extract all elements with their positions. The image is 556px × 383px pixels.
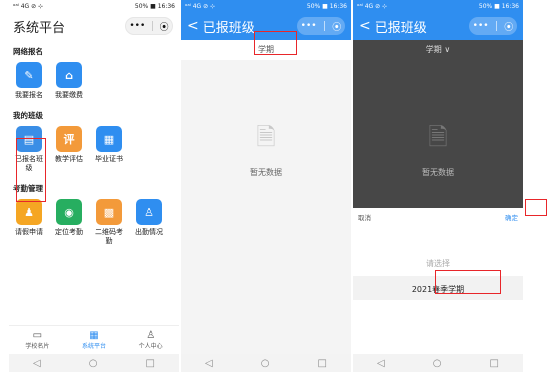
nav-bar: < 已报班级 ••• ⦿: [353, 12, 523, 40]
close-target-icon[interactable]: ⦿: [504, 20, 513, 33]
system-nav-bar: ◁ ○ □: [353, 354, 523, 372]
tab-system-platform[interactable]: ▦ 系统平台: [66, 326, 123, 354]
certificate-icon: ▦: [96, 126, 122, 152]
tile-label: 定位考勤: [55, 228, 83, 236]
system-nav-bar: ◁ ○ □: [9, 354, 179, 372]
system-nav-bar: ◁ ○ □: [181, 354, 351, 372]
status-bar: ᵒᵃˡ 4G ⊘ ⊹ 50% ■ 16:36: [181, 0, 351, 12]
nav-bar: 系统平台 ••• ⦿: [9, 12, 179, 40]
highlight-box: [16, 138, 46, 202]
tile-label: 二维码考勤: [95, 228, 123, 245]
page-title: 系统平台: [13, 20, 66, 36]
tab-school-card[interactable]: ▭ 学校名片: [9, 326, 66, 354]
empty-text: 暂无数据: [250, 168, 282, 177]
phone-screen-registered-classes: ᵒᵃˡ 4G ⊘ ⊹ 50% ■ 16:36 < 已报班级 ••• ⦿ 学期 🗎…: [181, 0, 351, 372]
tile-label: 出勤情况: [135, 228, 163, 236]
attendance-person-icon: ♙: [136, 199, 162, 225]
grid-icon: ▦: [89, 330, 99, 341]
term-filter: 学期 ∨: [353, 40, 523, 58]
tab-label: 个人中心: [138, 343, 163, 350]
back-triangle-icon[interactable]: ◁: [205, 358, 213, 369]
status-signal: ᵒᵃˡ 4G ⊘ ⊹: [357, 2, 388, 10]
phone-screen-term-picker: ᵒᵃˡ 4G ⊘ ⊹ 50% ■ 16:36 < 已报班级 ••• ⦿ 学期 ∨…: [353, 0, 523, 372]
tile-label: 教学评估: [55, 155, 83, 163]
payment-house-icon: ⌂: [56, 62, 82, 88]
tile-leave-request[interactable]: ♟ 请假申请: [9, 199, 49, 246]
empty-text: 暂无数据: [422, 168, 454, 177]
modal-mask[interactable]: 学期 ∨ 🗎 暂无数据: [353, 40, 523, 208]
tile-label: 毕业证书: [95, 155, 123, 163]
status-battery-time: 50% ■ 16:36: [134, 2, 175, 10]
mini-program-capsule[interactable]: ••• ⦿: [125, 17, 173, 35]
card-icon: ▭: [32, 330, 43, 341]
term-filter-label: 学期 ∨: [425, 44, 451, 54]
tile-qrcode-attendance[interactable]: ▩ 二维码考勤: [89, 199, 129, 246]
back-triangle-icon[interactable]: ◁: [33, 358, 41, 369]
empty-document-icon: 🗎: [256, 123, 276, 151]
tile-my-registration[interactable]: ✎ 我要报名: [9, 62, 49, 100]
picker-header: 取消 确定: [353, 208, 523, 226]
recent-square-icon[interactable]: □: [490, 358, 499, 369]
status-bar: ᵒᵃˡ 4G ⊘ ⊹ 50% ■ 16:36: [353, 0, 523, 12]
more-dots-icon[interactable]: •••: [129, 21, 145, 31]
home-circle-icon[interactable]: ○: [261, 358, 270, 369]
home-circle-icon[interactable]: ○: [433, 358, 442, 369]
page-title: 已报班级: [202, 20, 255, 36]
tile-label: 请假申请: [15, 228, 43, 236]
section-title: 我的班级: [13, 111, 43, 120]
tile-label: 我要缴费: [55, 91, 83, 99]
status-battery-time: 50% ■ 16:36: [306, 2, 347, 10]
bottom-tab-bar: ▭ 学校名片 ▦ 系统平台 ♙ 个人中心: [9, 325, 179, 354]
more-dots-icon[interactable]: •••: [473, 21, 489, 31]
tile-teaching-evaluation[interactable]: 评 教学评估: [49, 126, 89, 173]
highlight-box: [525, 199, 547, 216]
page-title: 已报班级: [374, 20, 427, 36]
leave-person-icon: ♟: [16, 199, 42, 225]
recent-square-icon[interactable]: □: [318, 358, 327, 369]
highlight-box: [254, 31, 297, 55]
status-signal: ᵒᵃˡ 4G ⊘ ⊹: [185, 2, 216, 10]
back-triangle-icon[interactable]: ◁: [377, 358, 385, 369]
person-icon: ♙: [146, 330, 156, 341]
tile-graduation-certificate[interactable]: ▦ 毕业证书: [89, 126, 129, 173]
mini-program-capsule[interactable]: ••• ⦿: [469, 17, 517, 35]
phone-screen-system-platform: ᵒᵃˡ 4G ⊘ ⊹ 50% ■ 16:36 系统平台 ••• ⦿ 网络报名 ✎…: [9, 0, 179, 372]
home-circle-icon[interactable]: ○: [89, 358, 98, 369]
tab-personal-center[interactable]: ♙ 个人中心: [122, 326, 179, 354]
section-registration: 网络报名 ✎ 我要报名 ⌂ 我要缴费: [9, 46, 179, 104]
empty-state: 🗎 暂无数据: [181, 60, 351, 354]
section-title: 网络报名: [13, 47, 43, 56]
status-battery-time: 50% ■ 16:36: [478, 2, 519, 10]
location-pin-icon: ◉: [56, 199, 82, 225]
close-target-icon[interactable]: ⦿: [332, 20, 341, 33]
tab-label: 学校名片: [25, 343, 50, 350]
mini-program-capsule[interactable]: ••• ⦿: [297, 17, 345, 35]
back-arrow-icon[interactable]: <: [187, 18, 199, 34]
empty-document-icon: 🗎: [428, 123, 448, 151]
qrcode-icon: ▩: [96, 199, 122, 225]
tile-location-attendance[interactable]: ◉ 定位考勤: [49, 199, 89, 246]
edit-form-icon: ✎: [16, 62, 42, 88]
picker-confirm-button[interactable]: 确定: [505, 212, 518, 222]
evaluation-shield-icon: 评: [56, 126, 82, 152]
tile-label: 我要报名: [15, 91, 43, 99]
tile-my-payment[interactable]: ⌂ 我要缴费: [49, 62, 89, 100]
tile-attendance-status[interactable]: ♙ 出勤情况: [129, 199, 169, 246]
highlight-box: [435, 270, 501, 294]
status-bar: ᵒᵃˡ 4G ⊘ ⊹ 50% ■ 16:36: [9, 0, 179, 12]
picker-placeholder[interactable]: 请选择: [353, 258, 523, 269]
back-arrow-icon[interactable]: <: [359, 18, 371, 34]
recent-square-icon[interactable]: □: [146, 358, 155, 369]
tab-label: 系统平台: [82, 343, 107, 350]
status-signal: ᵒᵃˡ 4G ⊘ ⊹: [13, 2, 44, 10]
picker-cancel-button[interactable]: 取消: [358, 212, 371, 222]
more-dots-icon[interactable]: •••: [301, 21, 317, 31]
close-target-icon[interactable]: ⦿: [160, 20, 169, 33]
